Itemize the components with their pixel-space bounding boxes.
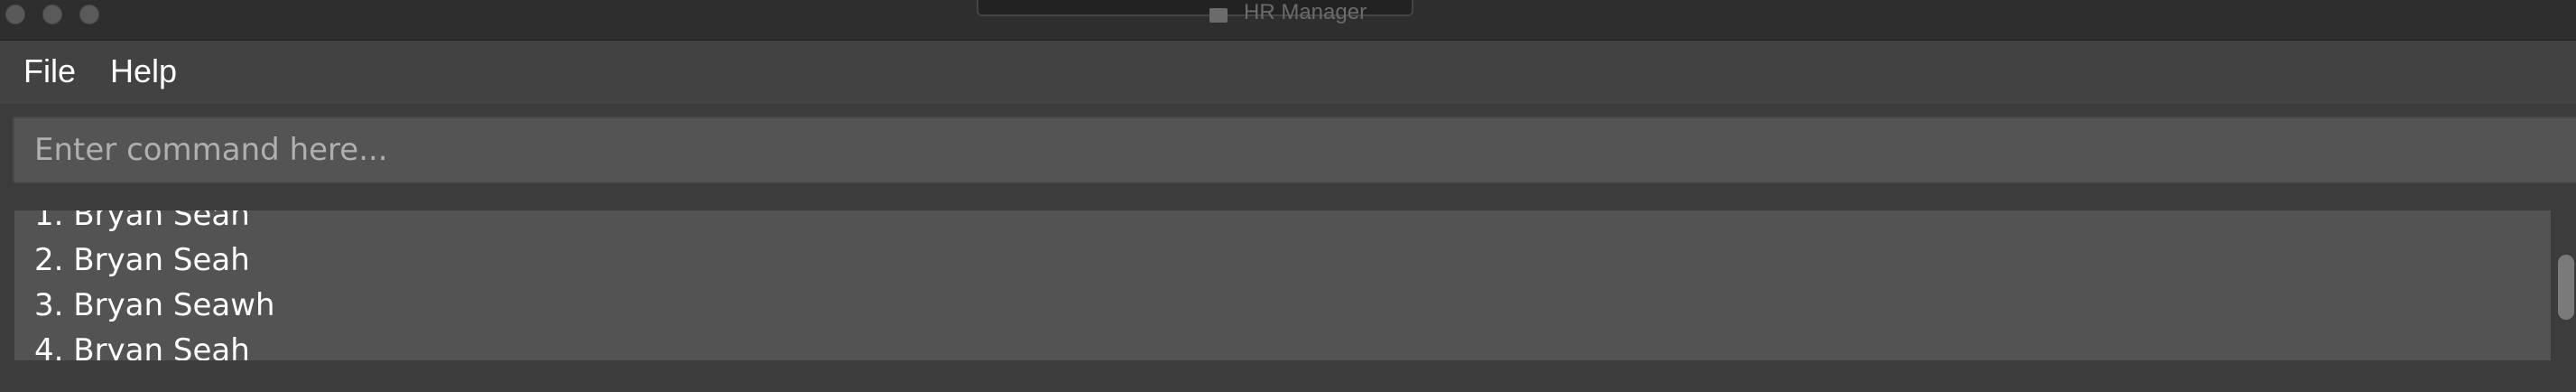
- menu-bar: File Help: [0, 41, 2576, 106]
- list-item[interactable]: 2. Bryan Seah: [14, 238, 2551, 283]
- app-window: HR Manager File Help 1. Bryan Seah 2. Br…: [0, 0, 2576, 392]
- list-item[interactable]: 4. Bryan Seah: [14, 328, 2551, 360]
- scrollbar-thumb[interactable]: [2558, 255, 2574, 320]
- minimize-window-button[interactable]: [42, 5, 62, 24]
- person-list-items: 1. Bryan Seah 2. Bryan Seah 3. Bryan Sea…: [14, 210, 2551, 360]
- person-list[interactable]: 1. Bryan Seah 2. Bryan Seah 3. Bryan Sea…: [14, 210, 2551, 360]
- title-bar: HR Manager: [0, 0, 2576, 41]
- list-item[interactable]: 3. Bryan Seawh: [14, 283, 2551, 328]
- list-item[interactable]: 1. Bryan Seah: [14, 210, 2551, 238]
- command-box-container: [0, 106, 2576, 194]
- window-title-label: HR Manager: [1244, 1, 1367, 24]
- menu-help[interactable]: Help: [110, 53, 177, 89]
- maximize-window-button[interactable]: [79, 5, 99, 24]
- window-title: HR Manager: [1211, 1, 1367, 24]
- command-input[interactable]: [13, 117, 2576, 183]
- menu-file[interactable]: File: [23, 53, 76, 89]
- person-list-container: 1. Bryan Seah 2. Bryan Seah 3. Bryan Sea…: [0, 194, 2576, 392]
- close-window-button[interactable]: [5, 5, 25, 24]
